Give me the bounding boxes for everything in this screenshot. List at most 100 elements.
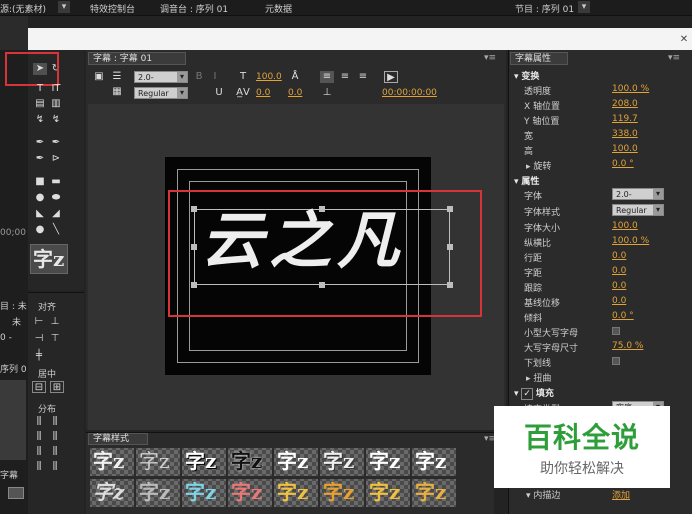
convert-anchor-tool-icon[interactable]: ⊳ — [49, 153, 63, 165]
panel-menu-icon[interactable]: ▾≡ — [484, 53, 496, 63]
style-thumb-3[interactable]: 字z — [182, 448, 226, 476]
prop-font-size-value[interactable]: 100.0 — [612, 221, 638, 231]
template-icon[interactable]: ▦ — [110, 86, 124, 98]
properties-tab[interactable]: 字幕属性 — [510, 52, 568, 65]
style-thumb-13[interactable]: 字z — [274, 479, 318, 507]
distribute-4-icon[interactable]: ⫼ — [48, 431, 62, 443]
font-size-value[interactable]: 100.0 — [256, 72, 282, 82]
underline-icon[interactable]: U — [212, 87, 226, 99]
align-center-text-icon[interactable]: ≡ — [338, 71, 352, 83]
prop-distort-label[interactable]: ▸ 扭曲 — [526, 371, 551, 384]
style-thumb-11[interactable]: 字z — [182, 479, 226, 507]
vertical-area-type-tool-icon[interactable]: ▥ — [49, 98, 63, 110]
distribute-5-icon[interactable]: ⫼ — [32, 446, 46, 458]
area-type-tool-icon[interactable]: ▤ — [33, 98, 47, 110]
handle-mr[interactable] — [447, 244, 453, 250]
clipped-corner-tool-icon[interactable]: ● — [33, 192, 47, 204]
line-tool-icon[interactable]: ╲ — [49, 224, 63, 236]
source-menu-icon[interactable]: ▾ — [58, 1, 70, 13]
prop-opacity-value[interactable]: 100.0 % — [612, 84, 649, 94]
section-fill[interactable]: ▾ ✓ 填充 — [514, 386, 554, 400]
new-title-icon[interactable]: ▣ — [92, 71, 106, 83]
distribute-7-icon[interactable]: ⫼ — [32, 461, 46, 473]
pen-tool-icon[interactable]: ✒ — [33, 137, 47, 149]
timecode-value[interactable]: 00:00:00:00 — [382, 88, 437, 98]
style-thumb-15[interactable]: 字z — [366, 479, 410, 507]
style-thumb-9[interactable]: 字z — [90, 479, 134, 507]
prop-rotation-value[interactable]: 0.0 ° — [612, 159, 634, 169]
tab-metadata[interactable]: 元数据 — [265, 2, 292, 15]
prop-inner-stroke-label[interactable]: ▾ 内描边 — [526, 488, 560, 501]
program-menu-icon[interactable]: ▾ — [578, 1, 590, 13]
ellipse-tool-icon[interactable]: ● — [33, 224, 47, 236]
style-thumb-2[interactable]: 字z — [136, 448, 180, 476]
prop-tracking-value[interactable]: 0.0 — [612, 281, 626, 291]
rounded-rectangle-tool-icon[interactable]: ▬ — [49, 176, 63, 188]
prop-kerning-value[interactable]: 0.0 — [612, 266, 626, 276]
tab-effect-controls[interactable]: 特效控制台 — [90, 2, 135, 15]
rectangle-tool-icon[interactable]: ■ — [33, 176, 47, 188]
side-button[interactable] — [8, 487, 24, 499]
align-left-text-icon[interactable]: ≡ — [320, 71, 334, 83]
align-middle-icon[interactable]: ╪ — [32, 350, 46, 362]
center-vertical-icon[interactable]: ⊟ — [32, 381, 46, 393]
align-right-text-icon[interactable]: ≡ — [356, 71, 370, 83]
style-thumb-16[interactable]: 字z — [412, 479, 456, 507]
close-icon[interactable]: ✕ — [678, 34, 690, 46]
section-properties[interactable]: ▾ 属性 — [514, 174, 539, 187]
prop-width-value[interactable]: 338.0 — [612, 129, 638, 139]
tab-stops-icon[interactable]: ⊥ — [320, 87, 334, 99]
distribute-1-icon[interactable]: ⫼ — [32, 416, 46, 428]
prop-x-value[interactable]: 208.0 — [612, 99, 638, 109]
kerning-value[interactable]: 0.0 — [256, 88, 270, 98]
prop-height-value[interactable]: 100.0 — [612, 144, 638, 154]
distribute-2-icon[interactable]: ⫼ — [48, 416, 62, 428]
tab-audio-mixer[interactable]: 调音台 : 序列 01 — [160, 2, 228, 15]
arc-tool-icon[interactable]: ◢ — [49, 208, 63, 220]
style-thumb-14[interactable]: 字z — [320, 479, 364, 507]
prop-inner-stroke-add[interactable]: 添加 — [612, 488, 630, 501]
handle-tr[interactable] — [447, 206, 453, 212]
align-center-h-icon[interactable]: ⊥ — [48, 316, 62, 328]
handle-br[interactable] — [447, 282, 453, 288]
vertical-type-tool-icon[interactable]: IT — [49, 83, 63, 95]
style-thumb-5[interactable]: 字z — [274, 448, 318, 476]
style-thumb-1[interactable]: 字z — [90, 448, 134, 476]
prop-underline-checkbox[interactable] — [612, 357, 620, 365]
italic-icon[interactable]: I — [208, 71, 222, 83]
show-video-icon[interactable]: ▶ — [384, 71, 398, 83]
vertical-path-type-tool-icon[interactable]: ↯ — [49, 114, 63, 126]
section-transform[interactable]: ▾ 变换 — [514, 69, 539, 82]
prop-slant-value[interactable]: 0.0 ° — [612, 311, 634, 321]
delete-anchor-tool-icon[interactable]: ✒ — [49, 137, 63, 149]
align-right-icon[interactable]: ⊣ — [32, 333, 46, 345]
prop-leading-value[interactable]: 0.0 — [612, 251, 626, 261]
prop-font-style-select[interactable]: Regular — [612, 204, 664, 216]
style-thumb-6[interactable]: 字z — [320, 448, 364, 476]
styles-tab[interactable]: 字幕样式 — [88, 433, 148, 445]
distribute-8-icon[interactable]: ⫼ — [48, 461, 62, 473]
prop-y-value[interactable]: 119.7 — [612, 114, 638, 124]
distribute-3-icon[interactable]: ⫼ — [32, 431, 46, 443]
font-style-select[interactable]: Regular — [134, 87, 188, 99]
font-size-icon[interactable]: T — [236, 71, 250, 83]
center-horizontal-icon[interactable]: ⊞ — [50, 381, 64, 393]
add-anchor-tool-icon[interactable]: ✒ — [33, 153, 47, 165]
style-thumb-12[interactable]: 字z — [228, 479, 272, 507]
prop-baseline-value[interactable]: 0.0 — [612, 296, 626, 306]
path-type-tool-icon[interactable]: ↯ — [33, 114, 47, 126]
style-thumb-8[interactable]: 字z — [412, 448, 456, 476]
prop-font-select[interactable]: 2.0- — [612, 188, 664, 200]
prop-aspect-value[interactable]: 100.0 % — [612, 236, 649, 246]
prop-rotation-label[interactable]: ▸ 旋转 — [526, 159, 551, 172]
align-top-icon[interactable]: ⊤ — [48, 333, 62, 345]
kerning-icon[interactable]: A̲V — [236, 87, 250, 99]
style-thumb-10[interactable]: 字z — [136, 479, 180, 507]
align-left-icon[interactable]: ⊢ — [32, 316, 46, 328]
rounded-corner-tool-icon[interactable]: ⬬ — [49, 192, 63, 204]
prop-small-caps-checkbox[interactable] — [612, 327, 620, 335]
prop-caps-size-value[interactable]: 75.0 % — [612, 341, 643, 351]
leading-value[interactable]: 0.0 — [288, 88, 302, 98]
title-tab[interactable]: 字幕 : 字幕 01 — [88, 52, 186, 65]
wedge-tool-icon[interactable]: ◣ — [33, 208, 47, 220]
